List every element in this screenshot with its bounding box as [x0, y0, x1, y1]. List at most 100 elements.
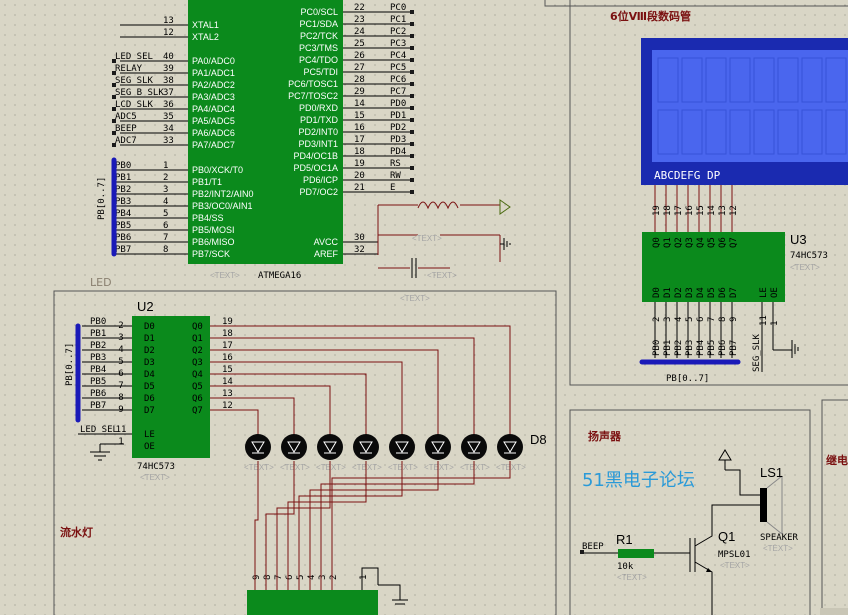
- mcu-right-pin-name: AREF: [314, 249, 339, 259]
- mcu-right-pin-name: PD3/INT1: [298, 139, 338, 149]
- led-text-tag: <TEXT>: [352, 463, 382, 472]
- mcu-right-pin-number: 24: [354, 27, 365, 37]
- u3-bottom-net: PB3: [685, 340, 695, 356]
- u3-ref: U3: [790, 232, 807, 247]
- resnet-pin-number: 6: [285, 575, 295, 580]
- mcu-left-net-label: BEEP: [115, 124, 137, 134]
- u3-bottom-pin-number: 3: [663, 317, 673, 322]
- mcu-part-name: ATMEGA16: [258, 271, 301, 281]
- mcu-left-pin-number: 36: [163, 100, 174, 110]
- u2-q-pin-name: Q1: [192, 334, 203, 344]
- section-title-seg-display: 6位Ⅷ段数码管: [610, 9, 691, 23]
- u3-d-pin-name: D4: [696, 287, 706, 298]
- u3-top-pin-number: 15: [696, 205, 706, 216]
- mcu-right-pin-number: 21: [354, 183, 365, 193]
- resnet-body: [247, 590, 378, 615]
- u2-d-net-label: PB3: [90, 353, 106, 363]
- u3-oe-name: OE: [770, 287, 780, 298]
- u3-bottom-pin-number: 8: [718, 317, 728, 322]
- mcu-right-pin-number: 28: [354, 75, 365, 85]
- led-diode-body[interactable]: [497, 434, 523, 460]
- mcu-right-net-label: PC5: [390, 63, 406, 73]
- u3-bottom-net: PB2: [674, 340, 684, 356]
- beep-label: BEEP: [582, 542, 604, 552]
- mcu-left-pin-name: PB3/OC0/AIN1: [192, 201, 253, 211]
- mcu-net-junction: [410, 22, 414, 26]
- u3-d-pin-name: D1: [663, 287, 673, 298]
- mcu-right-pin-name: PD1/TXD: [300, 115, 339, 125]
- resnet-pin-number: 5: [296, 575, 306, 580]
- mcu-left-pin-number: 34: [163, 124, 174, 134]
- section-title-relay: 继电: [826, 453, 848, 467]
- mcu-left-pin-name: PA5/ADC5: [192, 116, 235, 126]
- mcu-right-net-label: PC3: [390, 39, 406, 49]
- led-diode-body[interactable]: [461, 434, 487, 460]
- led-diode-body[interactable]: [353, 434, 379, 460]
- led-diode-body[interactable]: [317, 434, 343, 460]
- schematic-canvas[interactable]: LED 6位Ⅷ段数码管 流水灯 扬声器 继电 51黑电子论坛 ATMEGA16 …: [0, 0, 848, 615]
- u3-bus-label: PB[0..7]: [666, 374, 709, 384]
- u3-bottom-pin-number: 5: [685, 317, 695, 322]
- mcu-right-pin-number: 16: [354, 123, 365, 133]
- mcu-left-pin-number: 33: [163, 136, 174, 146]
- u3-q-pin-name: Q1: [663, 237, 673, 248]
- mcu-net-junction: [112, 107, 116, 111]
- led-diode-body[interactable]: [245, 434, 271, 460]
- mcu-right-pin-number: 30: [354, 233, 365, 243]
- u3-d-pin-name: D6: [718, 287, 728, 298]
- led-diode-body[interactable]: [425, 434, 451, 460]
- mcu-left-pin-name: PA3/ADC3: [192, 92, 235, 102]
- mcu-left-pin-number: 4: [163, 197, 168, 207]
- u2-bus-label: PB[0..7]: [65, 343, 75, 386]
- u3-bottom-pin-number: 2: [652, 317, 662, 322]
- u3-q-pin-name: Q2: [674, 237, 684, 248]
- led-text-tag: <TEXT>: [244, 463, 274, 472]
- mcu-net-junction: [410, 118, 414, 122]
- u3-d-pin-name: D5: [707, 287, 717, 298]
- mcu-left-pin-name: XTAL2: [192, 32, 219, 42]
- mcu-right-pin-name: PC4/TDO: [299, 55, 338, 65]
- mcu-net-junction: [112, 83, 116, 87]
- u2-q-pin-name: Q2: [192, 346, 203, 356]
- led-text-tag: <TEXT>: [424, 463, 454, 472]
- mcu-left-pin-number: 35: [163, 112, 174, 122]
- mcu-right-pin-name: PC5/TDI: [303, 67, 338, 77]
- u3-bottom-net: PB6: [718, 340, 728, 356]
- u3-q-pin-name: Q7: [729, 237, 739, 248]
- r1-tag: <TEXT>: [617, 573, 647, 582]
- mcu-left-pin-number: 7: [163, 233, 168, 243]
- u3-top-pin-number: 18: [663, 205, 673, 216]
- u2-d-net-label: PB0: [90, 317, 106, 327]
- mcu-left-pin-number: 37: [163, 88, 174, 98]
- mcu-right-pin-number: 27: [354, 63, 365, 73]
- led-text-tag: <TEXT>: [316, 463, 346, 472]
- mcu-net-junction: [112, 59, 116, 63]
- led-diode-body[interactable]: [281, 434, 307, 460]
- u3-d-pin-name: D7: [729, 287, 739, 298]
- u2-le-name: LE: [144, 430, 155, 440]
- u3-top-pin-number: 16: [685, 205, 695, 216]
- seg-letters: ABCDEFG DP: [654, 169, 721, 182]
- seg-display-module[interactable]: ABCDEFG DP: [641, 38, 848, 185]
- u2-oe-name: OE: [144, 442, 155, 452]
- mcu-right-pin-name: PD5/OC1A: [293, 163, 338, 173]
- mcu-net-junction: [410, 106, 414, 110]
- mcu-right-pin-name: PD0/RXD: [299, 103, 339, 113]
- led-diode-body[interactable]: [389, 434, 415, 460]
- mcu-left-pin-name: PA2/ADC2: [192, 80, 235, 90]
- mcu-left-pin-number: 39: [163, 64, 174, 74]
- u2-d-pin-number: 6: [118, 369, 123, 379]
- u3-q-pin-name: Q4: [696, 237, 706, 248]
- u3-bottom-pin-number: 4: [674, 317, 684, 322]
- mcu-left-net-label: ADC5: [115, 112, 137, 122]
- u2-tag: <TEXT>: [140, 473, 170, 482]
- mcu-net-junction: [410, 178, 414, 182]
- section-title-speaker: 扬声器: [588, 429, 622, 443]
- u3-q-pin-name: Q6: [718, 237, 728, 248]
- mcu-left-net-label: SEG_B_SLK: [115, 88, 164, 98]
- resnet-pin-number: 8: [263, 575, 273, 580]
- mcu-left-pin-name: PB4/SS: [192, 213, 224, 223]
- mcu-right-pin-number: 17: [354, 135, 365, 145]
- mcu-left-pin-name: PB7/SCK: [192, 249, 230, 259]
- osc-tag-2: <TEXT>: [427, 271, 457, 280]
